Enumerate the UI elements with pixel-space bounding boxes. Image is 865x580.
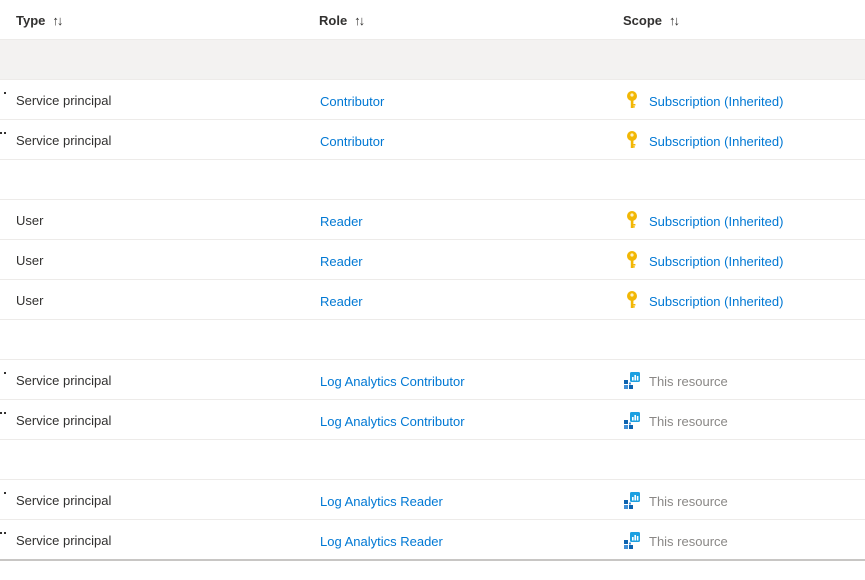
- cell-scope-link[interactable]: Subscription (Inherited): [649, 134, 783, 149]
- truncation-marker: [0, 372, 6, 380]
- cell-role-link[interactable]: Reader: [320, 214, 363, 229]
- table-header: Type ↑↓ Role ↑↓ Scope ↑↓: [0, 0, 865, 40]
- cell-scope-link[interactable]: Subscription (Inherited): [649, 214, 783, 229]
- cell-scope-link[interactable]: Subscription (Inherited): [649, 294, 783, 309]
- cell-role-link[interactable]: Contributor: [320, 134, 384, 149]
- cell-type: Service principal: [16, 93, 112, 108]
- cell-role-link[interactable]: Contributor: [320, 94, 384, 109]
- sort-icon[interactable]: ↑↓: [52, 13, 63, 28]
- cell-type: Service principal: [16, 373, 112, 388]
- sort-icon[interactable]: ↑↓: [669, 13, 680, 28]
- group-header-row: [0, 440, 865, 480]
- group-header-row: [0, 160, 865, 200]
- log-analytics-workspace-icon: [623, 530, 641, 550]
- log-analytics-workspace-icon: [623, 410, 641, 430]
- cell-scope: This resource: [649, 494, 728, 509]
- table-row[interactable]: User Reader Subscription (Inherited): [0, 280, 865, 320]
- truncation-marker: [0, 132, 6, 140]
- cell-type: Service principal: [16, 133, 112, 148]
- cell-role-link[interactable]: Reader: [320, 294, 363, 309]
- log-analytics-workspace-icon: [623, 490, 641, 510]
- column-header-role[interactable]: Role ↑↓: [319, 0, 365, 40]
- key-icon: [623, 130, 641, 150]
- column-header-scope-label: Scope: [623, 12, 663, 28]
- cell-role-link[interactable]: Log Analytics Reader: [320, 534, 443, 549]
- cell-scope: This resource: [649, 414, 728, 429]
- table-row[interactable]: Service principal Log Analytics Reader Thi…: [0, 480, 865, 520]
- cell-type: User: [16, 213, 44, 228]
- cell-role-link[interactable]: Log Analytics Contributor: [320, 414, 465, 429]
- truncation-marker: [0, 532, 6, 540]
- table-row[interactable]: Service principal Log Analytics Contribut…: [0, 400, 865, 440]
- column-header-role-label: Role: [319, 12, 348, 28]
- cell-scope-link[interactable]: Subscription (Inherited): [649, 94, 783, 109]
- cell-type: Service principal: [16, 413, 112, 428]
- cell-type: User: [16, 253, 44, 268]
- key-icon: [623, 90, 641, 110]
- table-row[interactable]: Service principal Contributor Subscription…: [0, 120, 865, 160]
- table-row[interactable]: User Reader Subscription (Inherited): [0, 240, 865, 280]
- column-header-type-label: Type: [16, 12, 46, 28]
- truncation-marker: [0, 492, 6, 500]
- column-header-type[interactable]: Type ↑↓: [16, 0, 63, 40]
- group-header-row: [0, 40, 865, 80]
- group-header-row: [0, 320, 865, 360]
- sort-icon[interactable]: ↑↓: [354, 13, 365, 28]
- key-icon: [623, 210, 641, 230]
- cell-role-link[interactable]: Log Analytics Reader: [320, 494, 443, 509]
- cell-type: Service principal: [16, 493, 112, 508]
- key-icon: [623, 250, 641, 270]
- cell-scope: This resource: [649, 534, 728, 549]
- column-header-scope[interactable]: Scope ↑↓: [623, 0, 680, 40]
- cell-role-link[interactable]: Reader: [320, 254, 363, 269]
- table-bottom-border: [0, 559, 865, 561]
- table-row[interactable]: Service principal Log Analytics Contribut…: [0, 360, 865, 400]
- key-icon: [623, 290, 641, 310]
- cell-type: Service principal: [16, 533, 112, 548]
- truncation-marker: [0, 92, 6, 100]
- cell-type: User: [16, 293, 44, 308]
- table-row[interactable]: Service principal Log Analytics Reader Thi…: [0, 520, 865, 560]
- cell-role-link[interactable]: Log Analytics Contributor: [320, 374, 465, 389]
- table-row[interactable]: User Reader Subscription (Inherited): [0, 200, 865, 240]
- truncation-marker: [0, 412, 6, 420]
- cell-scope-link[interactable]: Subscription (Inherited): [649, 254, 783, 269]
- log-analytics-workspace-icon: [623, 370, 641, 390]
- cell-scope: This resource: [649, 374, 728, 389]
- table-row[interactable]: Service principal Contributor Subscription…: [0, 80, 865, 120]
